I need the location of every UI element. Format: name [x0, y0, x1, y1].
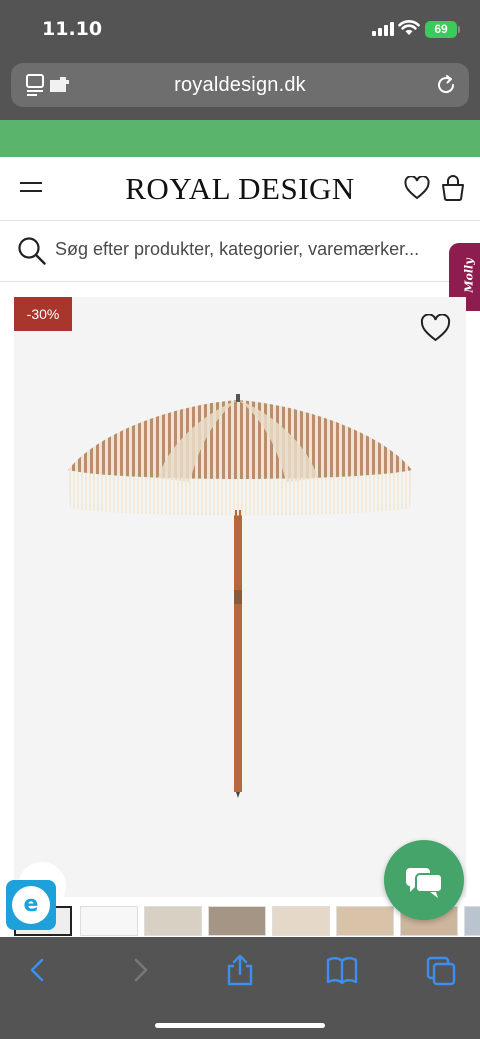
site-header: ROYAL DESIGN [0, 157, 480, 221]
reload-icon[interactable] [435, 74, 457, 96]
home-indicator[interactable] [155, 1023, 325, 1028]
thumbnail-4[interactable] [208, 906, 266, 936]
heart-icon[interactable] [404, 176, 430, 200]
chat-bubbles-icon [406, 868, 443, 898]
search-input[interactable] [55, 239, 440, 260]
promo-bar [0, 120, 480, 157]
accessibility-button[interactable]: e [6, 880, 56, 930]
search-row [0, 221, 480, 282]
status-time: 11.10 [42, 18, 103, 40]
status-bar: 11.10 69 [0, 0, 480, 58]
battery-indicator: 69 [425, 21, 460, 38]
favorite-heart-icon[interactable] [420, 314, 451, 342]
molly-label: Molly [462, 258, 476, 293]
url-text[interactable]: royaldesign.dk [11, 74, 469, 97]
back-icon[interactable] [20, 954, 56, 986]
wifi-icon [398, 20, 420, 35]
shopping-bag-icon[interactable] [441, 174, 465, 201]
address-bar[interactable]: royaldesign.dk [11, 63, 469, 107]
cellular-signal-icon [372, 22, 394, 36]
search-icon[interactable] [17, 236, 47, 266]
thumbnail-2[interactable] [80, 906, 138, 936]
share-icon[interactable] [222, 954, 258, 986]
bookmarks-icon[interactable] [324, 954, 360, 986]
forward-icon[interactable] [122, 954, 158, 986]
product-image-umbrella [68, 394, 412, 798]
chat-button[interactable] [384, 840, 464, 920]
thumbnail-5[interactable] [272, 906, 330, 936]
browser-top-bar: 11.10 69 royaldesign.dk [0, 0, 480, 120]
discount-badge: -30% [14, 297, 72, 331]
accessibility-eye-icon: e [23, 892, 39, 917]
thumbnail-3[interactable] [144, 906, 202, 936]
thumbnail-8[interactable] [464, 906, 480, 936]
tabs-icon[interactable] [424, 954, 460, 986]
